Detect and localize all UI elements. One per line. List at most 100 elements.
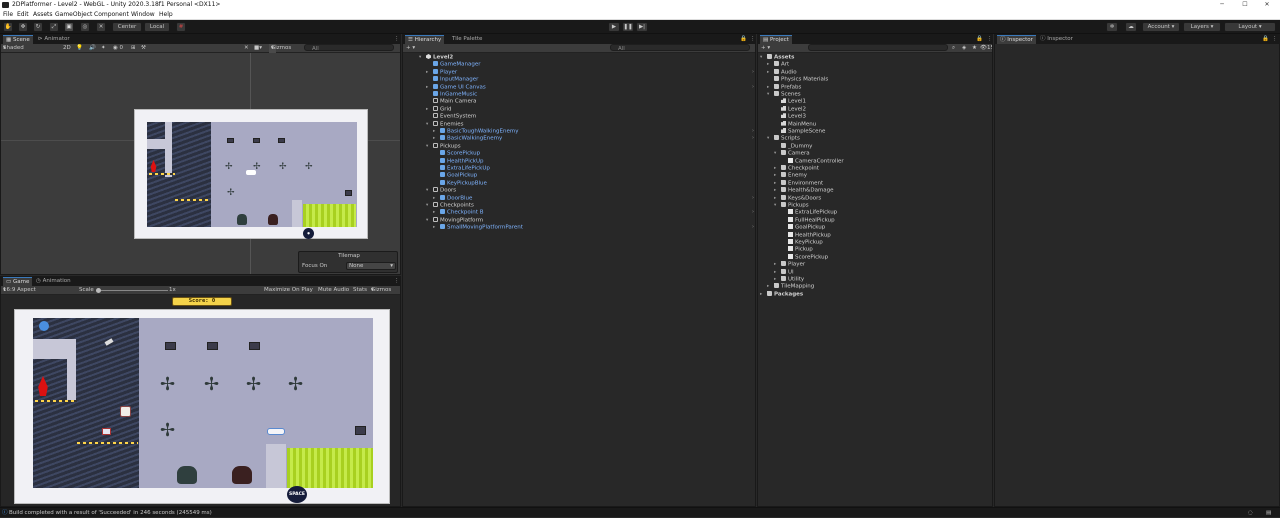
pivot-local-toggle[interactable]: Local (144, 22, 170, 32)
open-prefab-icon[interactable]: › (752, 135, 754, 142)
hierarchy-item[interactable]: GoalPickup (440, 172, 477, 179)
minimize-icon[interactable]: ─ (1215, 0, 1229, 10)
hierarchy-item[interactable]: ▾ Level2 (419, 54, 453, 61)
pivot-center-toggle[interactable]: Center (112, 22, 142, 32)
shading-mode-dropdown[interactable]: Shaded ▾ (3, 44, 24, 53)
game-gizmos-dropdown[interactable]: Gizmos ▾ (371, 286, 391, 295)
chevron-right-icon[interactable]: ▸ (767, 61, 769, 68)
chevron-right-icon[interactable]: ▸ (774, 261, 776, 268)
tab-inspector-1[interactable]: ⓘ Inspector (997, 35, 1036, 44)
project-item[interactable]: ▸ Art (767, 61, 789, 68)
project-item[interactable]: ▾ Camera (774, 150, 810, 157)
rect-tool-icon[interactable]: ▣ (64, 22, 74, 32)
chevron-right-icon[interactable]: ▸ (433, 195, 435, 202)
open-prefab-icon[interactable]: › (752, 69, 754, 76)
menu-assets[interactable]: Assets (33, 10, 53, 20)
chevron-down-icon[interactable]: ▾ (774, 150, 776, 157)
inspector-menu-icon[interactable]: ⋮ (1269, 35, 1279, 44)
hierarchy-search-input[interactable]: All (610, 44, 750, 52)
hierarchy-item[interactable]: InputManager (433, 76, 478, 83)
focus-on-dropdown[interactable]: None ▾ (346, 262, 396, 270)
tab-inspector-2[interactable]: ⓘ Inspector (1037, 35, 1076, 44)
project-menu-icon[interactable]: ⋮ (984, 35, 992, 44)
project-item[interactable]: Physics Materials (774, 76, 828, 83)
close-icon[interactable]: ✕ (1260, 0, 1274, 10)
tab-hierarchy[interactable]: ☰ Hierarchy (405, 35, 445, 44)
tab-animator[interactable]: ⊳ Animator (35, 35, 73, 44)
scale-slider-handle[interactable] (96, 288, 101, 293)
project-item[interactable]: ▸ Health&Damage (774, 187, 834, 194)
chevron-right-icon[interactable]: ▸ (774, 269, 776, 276)
chevron-down-icon[interactable]: ▾ (426, 121, 428, 128)
hierarchy-item[interactable]: ▸ SmallMovingPlatformParent (433, 224, 523, 231)
open-prefab-icon[interactable]: › (752, 209, 754, 216)
chevron-down-icon[interactable]: ▾ (426, 202, 428, 209)
menu-window[interactable]: Window (131, 10, 155, 20)
project-item[interactable]: ▸ Audio (767, 68, 797, 76)
project-item[interactable]: ▾ Scenes (767, 91, 801, 98)
chevron-right-icon[interactable]: ▸ (767, 283, 769, 290)
project-item[interactable]: ExtraLifePickup (788, 209, 837, 216)
chevron-right-icon[interactable]: ▸ (774, 276, 776, 283)
hierarchy-item[interactable]: EventSystem (433, 113, 476, 120)
open-prefab-icon[interactable]: › (752, 84, 754, 91)
chevron-right-icon[interactable]: ▸ (433, 209, 435, 216)
project-item[interactable]: CameraController (788, 157, 844, 165)
menu-edit[interactable]: Edit (17, 10, 29, 20)
project-item[interactable]: ▸ Utility (774, 276, 804, 283)
project-item[interactable]: Level1 (781, 98, 806, 105)
layers-dropdown[interactable]: Layers ▾ (1183, 22, 1221, 32)
transform-tool-icon[interactable]: ◎ (80, 22, 90, 32)
project-item[interactable]: ▸ Player (774, 261, 805, 268)
project-item[interactable]: _Dummy (781, 142, 812, 150)
project-item[interactable]: Level2 (781, 105, 806, 113)
pause-button[interactable]: ❚❚ (622, 22, 634, 32)
hierarchy-item[interactable]: ▾ Pickups (426, 142, 461, 150)
project-item[interactable]: ▸ UI (774, 268, 794, 276)
search-by-label-icon[interactable]: ◈ (962, 44, 966, 53)
hierarchy-item[interactable]: ▸ Player (426, 68, 457, 76)
chevron-right-icon[interactable]: ▸ (433, 128, 435, 135)
hierarchy-item[interactable]: ▾ Checkpoints (426, 202, 474, 209)
chevron-right-icon[interactable]: ▸ (426, 84, 428, 91)
effects-icon[interactable]: ✦ (101, 44, 106, 53)
scale-tool-icon[interactable]: ⤢ (49, 22, 59, 32)
hierarchy-item[interactable]: KeyPickupBlue (440, 179, 487, 187)
chevron-right-icon[interactable]: ▸ (774, 187, 776, 194)
scene-tools-icon[interactable]: ⚒ (141, 44, 146, 53)
scale-slider-track[interactable] (96, 290, 168, 291)
chevron-down-icon[interactable]: ▾ (426, 187, 428, 194)
hand-tool-icon[interactable]: ✋ (3, 22, 13, 32)
project-item[interactable]: GoalPickup (788, 224, 825, 231)
favorites-icon[interactable]: ★ (972, 44, 977, 53)
project-item[interactable]: ▾ Pickups (774, 202, 809, 209)
project-item[interactable]: ▸ Enemy (774, 172, 807, 179)
project-add-button[interactable]: + ▾ (761, 44, 770, 53)
tab-project[interactable]: ▤ Project (760, 35, 792, 44)
project-item[interactable]: SampleScene (781, 128, 825, 135)
account-dropdown[interactable]: Account ▾ (1142, 22, 1180, 32)
lighting-icon[interactable]: 💡 (76, 44, 83, 53)
hierarchy-item[interactable]: ScorePickup (440, 150, 480, 157)
chevron-right-icon[interactable]: ▸ (767, 84, 769, 91)
chevron-down-icon[interactable]: ▾ (426, 143, 428, 150)
menu-file[interactable]: File (3, 10, 13, 20)
chevron-down-icon[interactable]: ▾ (760, 54, 762, 61)
hierarchy-item[interactable]: ExtraLifePickUp (440, 165, 490, 172)
project-item[interactable]: ▸ TileMapping (767, 283, 814, 290)
chevron-right-icon[interactable]: ▸ (760, 291, 762, 298)
open-prefab-icon[interactable]: › (752, 224, 754, 231)
menu-component[interactable]: Component (94, 10, 129, 20)
tab-animation[interactable]: ◷ Animation (33, 277, 74, 286)
snap-icon[interactable]: # (176, 22, 186, 32)
project-item[interactable]: MainMenu (781, 120, 816, 128)
hierarchy-item[interactable]: ▾ Enemies (426, 120, 463, 128)
tab-game[interactable]: ▭ Game (3, 277, 33, 286)
project-item[interactable]: ▸ Keys&Doors (774, 194, 821, 202)
step-button[interactable]: ▶| (636, 22, 648, 32)
move-tool-icon[interactable]: ✥ (18, 22, 28, 32)
hierarchy-item[interactable]: InGameMusic (433, 91, 477, 98)
project-item[interactable]: FullHealPickup (788, 216, 835, 224)
audio-icon[interactable]: 🔊 (89, 44, 96, 53)
collab-icon[interactable]: ✲ (1106, 22, 1118, 32)
